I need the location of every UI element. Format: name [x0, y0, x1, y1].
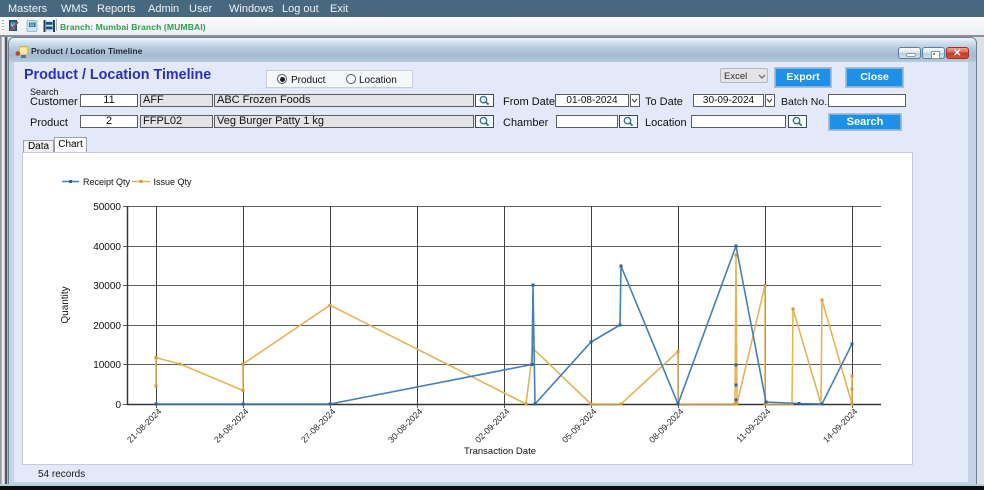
- svg-text:0: 0: [115, 400, 121, 411]
- svg-text:05-09-2024: 05-09-2024: [560, 406, 599, 445]
- svg-text:11-09-2024: 11-09-2024: [734, 406, 772, 444]
- svg-text:24-08-2024: 24-08-2024: [212, 406, 251, 445]
- svg-text:20000: 20000: [93, 321, 121, 332]
- svg-text:30000: 30000: [93, 281, 121, 292]
- svg-text:50000: 50000: [93, 202, 121, 213]
- svg-text:10000: 10000: [93, 360, 121, 371]
- svg-text:Quantity: Quantity: [60, 286, 71, 323]
- svg-text:Issue Qty: Issue Qty: [154, 177, 193, 187]
- svg-text:27-08-2024: 27-08-2024: [299, 406, 338, 445]
- svg-text:14-09-2024: 14-09-2024: [821, 406, 860, 445]
- svg-text:Receipt Qty: Receipt Qty: [83, 177, 131, 187]
- svg-text:02-09-2024: 02-09-2024: [473, 406, 512, 445]
- svg-text:21-08-2024: 21-08-2024: [125, 406, 164, 445]
- svg-text:40000: 40000: [93, 242, 121, 253]
- svg-text:Transaction Date: Transaction Date: [464, 446, 536, 457]
- svg-text:08-09-2024: 08-09-2024: [647, 406, 686, 445]
- svg-text:30-08-2024: 30-08-2024: [386, 406, 425, 445]
